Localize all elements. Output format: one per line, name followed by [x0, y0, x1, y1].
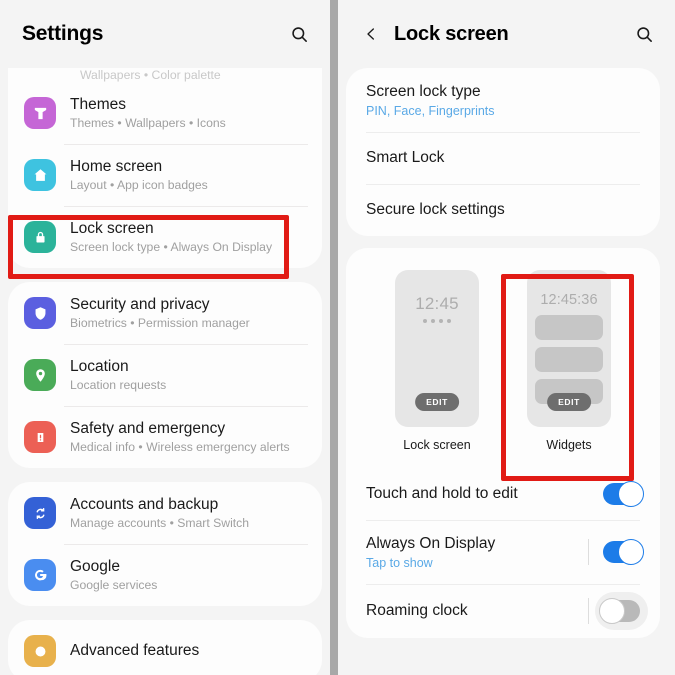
- phone-mockup: 12:45 EDIT: [395, 270, 479, 428]
- search-icon[interactable]: [284, 19, 314, 49]
- preview-section: 12:45 EDIT Lock screen 12:45:36 EDIT Wid…: [346, 248, 660, 469]
- settings-item-subtitle: Screen lock type • Always On Display: [70, 240, 273, 255]
- settings-app-bar: Settings: [0, 0, 330, 68]
- settings-item-google[interactable]: Google Google services: [8, 544, 322, 606]
- settings-item-lock-screen[interactable]: Lock screen Screen lock type • Always On…: [8, 206, 322, 268]
- toggle-row-roaming-clock[interactable]: Roaming clock: [346, 584, 660, 638]
- shield-icon: [24, 297, 56, 329]
- settings-item-safety-and-emergency[interactable]: Safety and emergency Medical info • Wire…: [8, 406, 322, 468]
- toggle-divider: [588, 539, 589, 566]
- google-g-icon: [24, 559, 56, 591]
- settings-item-subtitle: Layout • App icon badges: [70, 178, 208, 193]
- settings-group-advanced: Advanced features: [8, 620, 322, 675]
- settings-item-subtitle: Biometrics • Permission manager: [70, 316, 250, 331]
- settings-group-security: Security and privacy Biometrics • Permis…: [8, 282, 322, 468]
- preview-label: Widgets: [546, 438, 592, 453]
- lock-screen-content: Screen lock type PIN, Face, Fingerprints…: [338, 68, 675, 639]
- home-icon: [24, 159, 56, 191]
- panel-divider: [330, 0, 338, 675]
- lock-icon: [24, 221, 56, 253]
- settings-item-subtitle: Medical info • Wireless emergency alerts: [70, 440, 290, 455]
- toggle-control[interactable]: [588, 539, 644, 566]
- advanced-features-icon: [24, 635, 56, 667]
- phone-mockup: 12:45:36 EDIT: [527, 270, 611, 428]
- dual-screenshot-container: Settings Wallpapers • Color palette Them…: [0, 0, 675, 675]
- page-title: Settings: [22, 22, 104, 45]
- emergency-alert-icon: [24, 421, 56, 453]
- settings-item-subtitle: Location requests: [70, 378, 167, 393]
- preview-clock: 12:45: [415, 294, 459, 314]
- edit-button[interactable]: EDIT: [415, 393, 459, 412]
- settings-list[interactable]: Wallpapers • Color palette Themes Themes…: [0, 68, 330, 675]
- page-title: Lock screen: [394, 22, 509, 45]
- toggle-title: Always On Display: [366, 535, 496, 553]
- option-smart-lock[interactable]: Smart Lock: [346, 132, 660, 184]
- toggle-row-touch-and-hold-to-edit[interactable]: Touch and hold to edit: [346, 468, 660, 520]
- option-secure-lock-settings[interactable]: Secure lock settings: [346, 184, 660, 236]
- settings-item-title: Security and privacy: [70, 295, 210, 313]
- settings-item-subtitle: Google services: [70, 578, 158, 593]
- settings-item-title: Advanced features: [70, 642, 200, 660]
- toggle-divider: [588, 598, 589, 625]
- clipped-subtitle: Wallpapers • Color palette: [80, 68, 221, 82]
- settings-screen: Settings Wallpapers • Color palette Them…: [0, 0, 330, 675]
- widgets-preview[interactable]: 12:45:36 EDIT Widgets: [527, 270, 611, 452]
- settings-item-home-screen[interactable]: Home screen Layout • App icon badges: [8, 144, 322, 206]
- back-chevron-icon[interactable]: [360, 23, 382, 45]
- toggle-control[interactable]: [603, 481, 644, 508]
- settings-item-advanced-features[interactable]: Advanced features: [8, 620, 322, 675]
- switch-off[interactable]: [599, 598, 640, 625]
- switch-on[interactable]: [603, 539, 644, 566]
- settings-item-subtitle: Manage accounts • Smart Switch: [70, 516, 250, 531]
- widget-placeholder-bars: [535, 315, 603, 405]
- settings-item-themes[interactable]: Themes Themes • Wallpapers • Icons: [8, 82, 322, 144]
- lock-screen-preview[interactable]: 12:45 EDIT Lock screen: [395, 270, 479, 452]
- settings-item-title: Home screen: [70, 157, 163, 175]
- settings-item-security-and-privacy[interactable]: Security and privacy Biometrics • Permis…: [8, 282, 322, 344]
- pin-dots-indicator: [395, 319, 479, 324]
- option-subtitle: PIN, Face, Fingerprints: [366, 104, 495, 119]
- toggle-title: Touch and hold to edit: [366, 485, 518, 503]
- preview-clock: 12:45:36: [540, 292, 598, 309]
- toggle-title: Roaming clock: [366, 602, 468, 620]
- settings-item-accounts-and-backup[interactable]: Accounts and backup Manage accounts • Sm…: [8, 482, 322, 544]
- settings-item-title: Lock screen: [70, 219, 154, 237]
- preview-and-toggles-card: 12:45 EDIT Lock screen 12:45:36 EDIT Wid…: [346, 248, 660, 639]
- option-title: Smart Lock: [366, 149, 445, 167]
- settings-item-title: Accounts and backup: [70, 495, 219, 513]
- toggle-control[interactable]: [588, 598, 640, 625]
- settings-group-personalization: Wallpapers • Color palette Themes Themes…: [8, 68, 322, 268]
- switch-on[interactable]: [603, 481, 644, 508]
- settings-item-title: Location: [70, 357, 129, 375]
- edit-button[interactable]: EDIT: [547, 393, 591, 412]
- option-title: Secure lock settings: [366, 201, 505, 219]
- search-icon[interactable]: [629, 19, 659, 49]
- settings-item-title: Google: [70, 557, 120, 575]
- settings-item-title: Themes: [70, 95, 126, 113]
- option-title: Screen lock type: [366, 83, 481, 100]
- settings-item-subtitle: Themes • Wallpapers • Icons: [70, 116, 226, 131]
- toggle-subtitle[interactable]: Tap to show: [366, 556, 588, 570]
- option-screen-lock-type[interactable]: Screen lock type PIN, Face, Fingerprints: [346, 68, 660, 132]
- settings-item-location[interactable]: Location Location requests: [8, 344, 322, 406]
- settings-item-title: Safety and emergency: [70, 419, 226, 437]
- toggle-row-always-on-display[interactable]: Always On Display Tap to show: [346, 520, 660, 584]
- themes-icon: [24, 97, 56, 129]
- lock-screen-settings-screen: Lock screen Screen lock type PIN, Face, …: [338, 0, 675, 675]
- lock-screen-app-bar: Lock screen: [338, 0, 675, 68]
- settings-group-accounts: Accounts and backup Manage accounts • Sm…: [8, 482, 322, 606]
- location-pin-icon: [24, 359, 56, 391]
- sync-icon: [24, 497, 56, 529]
- preview-label: Lock screen: [403, 438, 471, 453]
- lock-options-card: Screen lock type PIN, Face, Fingerprints…: [346, 68, 660, 237]
